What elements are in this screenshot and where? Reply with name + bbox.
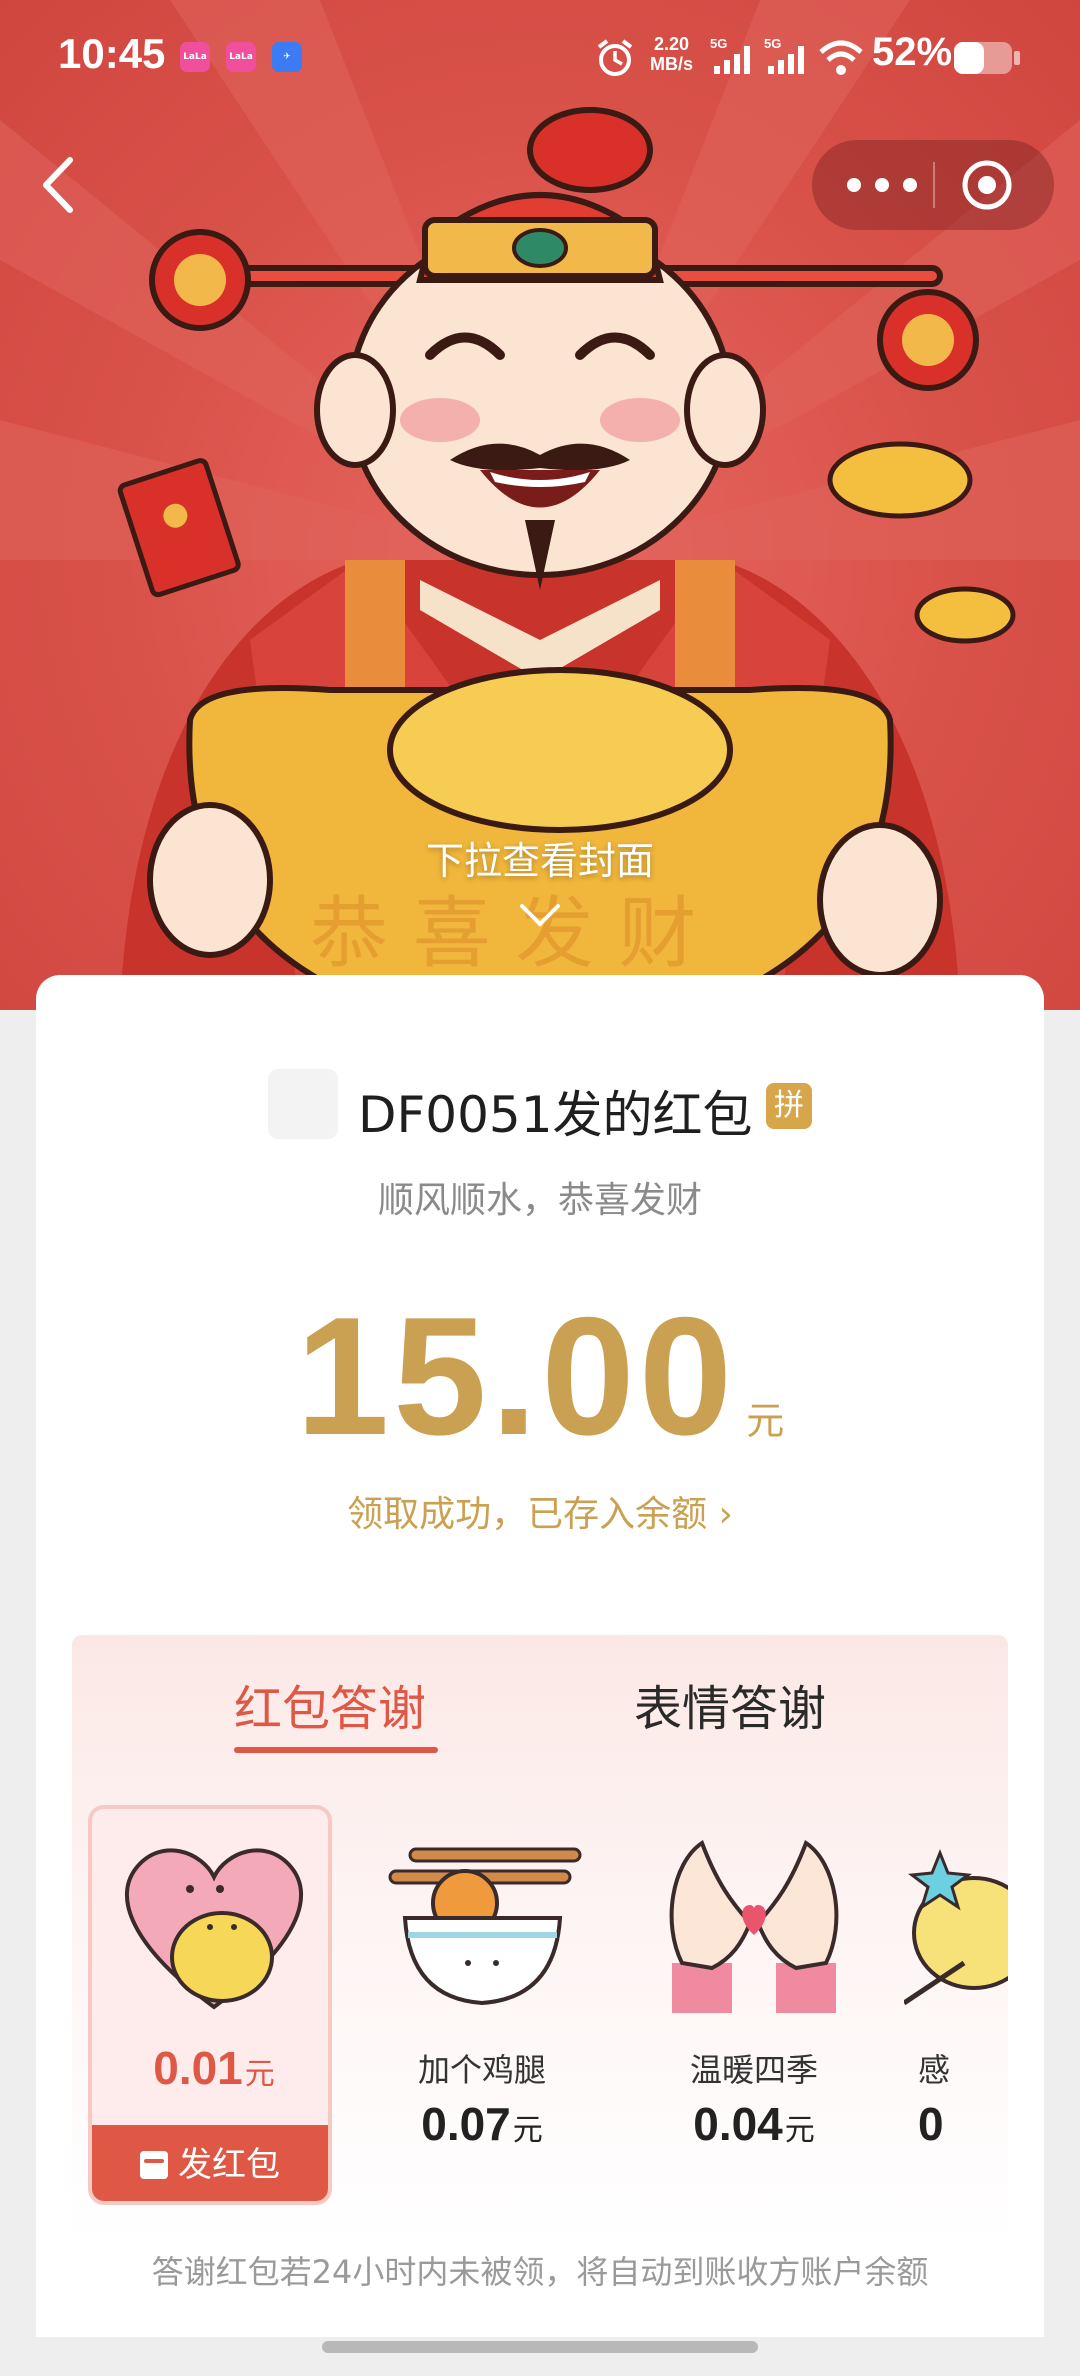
thanks-option[interactable]: 温暖四季 0.04元 bbox=[632, 1805, 876, 2205]
greeting-text: 顺风顺水，恭喜发财 bbox=[377, 1180, 702, 1221]
svg-text:恭 喜 发 财: 恭 喜 发 财 bbox=[310, 889, 696, 979]
feishu-app-icon: ✈ bbox=[272, 42, 302, 72]
lala-app-icon: LaLa bbox=[180, 42, 210, 72]
pin-badge: 拼 bbox=[766, 1083, 812, 1129]
target-circle-icon[interactable] bbox=[960, 158, 1014, 212]
active-tab-indicator bbox=[234, 1747, 438, 1753]
chevron-down-icon bbox=[520, 904, 560, 927]
thanks-panel: 红包答谢 表情答谢 0.01元 发红包 加个鸡腿 0.07元 温暖四季 0.04… bbox=[72, 1635, 1008, 2245]
footer-note: 答谢红包若24小时内未被领，将自动到账收方账户余额 bbox=[151, 2253, 929, 2291]
mini-program-capsule bbox=[812, 140, 1054, 230]
star-character-icon bbox=[904, 1848, 1008, 2006]
tab-redpacket-thanks[interactable]: 红包答谢 bbox=[234, 1669, 426, 1739]
back-button[interactable] bbox=[30, 150, 90, 220]
tab-sticker-thanks[interactable]: 表情答谢 bbox=[634, 1669, 826, 1739]
send-redpacket-button[interactable]: 发红包 bbox=[92, 2125, 328, 2201]
red-packet-detail-card: DF0051发的红包 拼 顺风顺水，恭喜发财 15.00 元 领取成功，已存入余额… bbox=[36, 975, 1044, 2337]
option-price: 0.04元 bbox=[693, 2098, 815, 2150]
sender-name: DF0051发的红包 bbox=[358, 1086, 753, 1144]
red-packet-cover[interactable]: 恭 喜 发 财 10:45 LaLa LaLa ✈ 2.20 MB/s 5G 5… bbox=[0, 0, 1080, 1010]
home-indicator[interactable] bbox=[322, 2341, 758, 2353]
alarm-icon bbox=[597, 39, 633, 76]
option-price: 0.07元 bbox=[421, 2098, 543, 2150]
battery-icon bbox=[954, 42, 1020, 74]
battery-percent: 52% bbox=[872, 30, 953, 74]
thanks-options-list[interactable]: 0.01元 发红包 加个鸡腿 0.07元 温暖四季 0.04元 感 0 bbox=[88, 1805, 1008, 2205]
option-name: 感 bbox=[918, 2051, 951, 2089]
svg-text:5G: 5G bbox=[710, 36, 727, 51]
capsule-divider bbox=[933, 162, 935, 208]
sender-row: DF0051发的红包 拼 bbox=[36, 1069, 1044, 1149]
thanks-option-selected[interactable]: 0.01元 发红包 bbox=[88, 1805, 332, 2205]
wifi-icon bbox=[819, 40, 863, 75]
status-time: 10:45 bbox=[58, 30, 166, 77]
signal-5g-icon: 5G bbox=[710, 36, 750, 74]
thanks-option[interactable]: 加个鸡腿 0.07元 bbox=[360, 1805, 604, 2205]
signal-5g-icon: 5G bbox=[764, 36, 804, 74]
amount-value: 15.00 bbox=[295, 1282, 737, 1470]
balance-status-link[interactable]: 领取成功，已存入余额 › bbox=[36, 1485, 1044, 1537]
heart-hug-icon bbox=[124, 1848, 304, 2010]
status-bar: 10:45 LaLa LaLa ✈ 2.20 MB/s 5G 5G 52% bbox=[0, 0, 1080, 118]
lala-app-icon: LaLa bbox=[226, 42, 256, 72]
amount-unit: 元 bbox=[746, 1399, 785, 1443]
option-price: 0.01元 bbox=[153, 2042, 275, 2094]
option-name: 加个鸡腿 bbox=[417, 2051, 546, 2089]
net-speed: 2.20 MB/s bbox=[650, 34, 694, 74]
thanks-option[interactable]: 感 0 bbox=[904, 1805, 1008, 2205]
heart-hands-icon bbox=[669, 1839, 839, 2013]
amount-row: 15.00 元 bbox=[36, 1280, 1044, 1470]
drumstick-bowl-icon bbox=[388, 1847, 582, 2006]
svg-text:5G: 5G bbox=[764, 36, 781, 51]
gift-icon bbox=[140, 2151, 168, 2179]
option-price: 0 bbox=[918, 2098, 944, 2150]
avatar[interactable] bbox=[268, 1069, 338, 1139]
option-name: 温暖四季 bbox=[689, 2051, 818, 2089]
pull-down-hint: 下拉查看封面 bbox=[425, 839, 654, 883]
more-dots-icon[interactable] bbox=[842, 165, 922, 205]
